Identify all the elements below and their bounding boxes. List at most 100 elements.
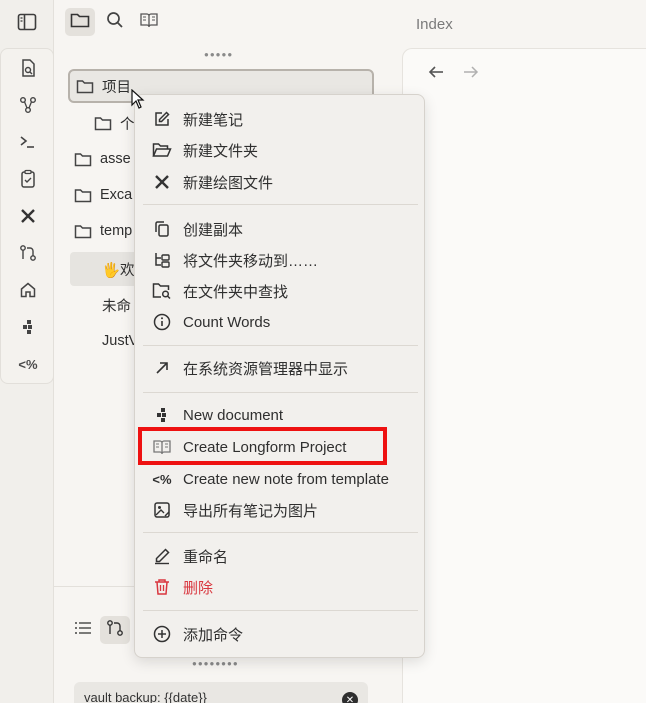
menu-item-label: 将文件夹移动到……	[183, 252, 319, 270]
menu-separator	[143, 610, 418, 611]
menu-item-new-drawing[interactable]: 新建绘图文件	[143, 167, 418, 197]
menu-item-new-document[interactable]: New document	[143, 400, 418, 430]
menu-item-reveal-in-explorer[interactable]: 在系统资源管理器中显示	[143, 353, 418, 383]
tree-item-label: 🖐欢	[102, 262, 135, 279]
menu-separator	[143, 392, 418, 393]
templater-icon-glyph: <%	[152, 471, 172, 487]
tree-item-label: 个	[120, 116, 135, 133]
menu-separator	[143, 345, 418, 346]
search-icon	[106, 11, 124, 34]
menu-item-label: 创建副本	[183, 221, 244, 239]
excalidraw-icon	[151, 171, 173, 193]
menu-separator	[143, 532, 418, 533]
menu-item-label: 添加命令	[183, 626, 244, 644]
tab-files[interactable]	[65, 8, 95, 36]
menu-item-label: 新建笔记	[183, 111, 244, 129]
menu-item-move-folder[interactable]: 将文件夹移动到……	[143, 245, 418, 275]
ribbon-header	[0, 0, 54, 44]
templater-icon[interactable]: <%	[15, 351, 41, 377]
commit-message-value: vault backup: {{date}}	[84, 690, 207, 703]
menu-item-label: Create new note from template	[183, 470, 389, 488]
edit-icon	[151, 108, 173, 130]
folder-icon	[70, 12, 90, 33]
folder-tree-icon	[151, 249, 173, 271]
folder-icon	[74, 188, 92, 203]
menu-item-new-note[interactable]: 新建笔记	[143, 104, 418, 134]
menu-item-label: 重命名	[183, 548, 229, 566]
blocks-icon	[151, 404, 173, 426]
book-open-icon	[151, 436, 173, 458]
menu-item-label: 在系统资源管理器中显示	[183, 360, 349, 378]
menu-item-label: Count Words	[183, 313, 271, 331]
ribbon-actions: <%	[0, 48, 54, 384]
templater-icon-glyph: <%	[18, 356, 38, 372]
excalidraw-icon[interactable]	[15, 203, 41, 229]
tab-search[interactable]	[100, 8, 130, 36]
menu-item-add-command[interactable]: 添加命令	[143, 619, 418, 649]
terminal-icon[interactable]	[15, 129, 41, 155]
tab-title: Index	[416, 16, 453, 33]
menu-item-delete[interactable]: 删除	[143, 572, 418, 602]
menu-separator	[143, 204, 418, 205]
mouse-cursor-icon	[131, 88, 145, 114]
info-icon	[151, 311, 173, 333]
tree-item-label: temp	[100, 223, 133, 239]
menu-item-label: 在文件夹中查找	[183, 283, 289, 301]
tab-outline[interactable]	[68, 616, 98, 644]
editor-content[interactable]	[402, 48, 646, 703]
menu-item-duplicate[interactable]: 创建副本	[143, 214, 418, 244]
folder-icon	[76, 79, 94, 94]
tree-item-label: asse	[100, 151, 131, 167]
left-ribbon: <%	[0, 0, 54, 703]
tab-source-control[interactable]	[100, 616, 130, 644]
tree-item-label: JustV	[102, 333, 139, 349]
folder-search-icon	[151, 280, 173, 302]
open-quick-switcher-icon[interactable]	[15, 55, 41, 81]
arrow-up-right-icon	[151, 357, 173, 379]
git-branch-icon	[106, 619, 124, 642]
git-branch-icon[interactable]	[15, 240, 41, 266]
copy-icon	[151, 218, 173, 240]
pane-drag-handle[interactable]: ●●●●●	[204, 50, 233, 59]
pane-drag-handle[interactable]: ●●●●●●●●	[192, 659, 239, 668]
book-icon	[139, 11, 159, 34]
menu-item-label: Create Longform Project	[183, 438, 347, 456]
menu-item-create-longform-project[interactable]: Create Longform Project	[143, 432, 418, 462]
plus-circle-icon	[151, 623, 173, 645]
commit-message-field[interactable]: vault backup: {{date}} ✕	[74, 682, 368, 703]
home-icon[interactable]	[15, 277, 41, 303]
image-export-icon	[151, 499, 173, 521]
menu-item-label: 新建绘图文件	[183, 174, 274, 192]
sidebar-toggle-icon[interactable]	[14, 9, 40, 35]
tree-item-label: Exca	[100, 187, 133, 203]
clear-icon[interactable]: ✕	[342, 692, 358, 703]
clipboard-icon[interactable]	[15, 166, 41, 192]
context-menu: 新建笔记 新建文件夹 新建绘图文件 创建副本 将文件夹移动到…… 在文件夹中查找…	[134, 94, 425, 658]
arrow-right-icon[interactable]	[460, 62, 482, 82]
editor-pane: Index	[402, 0, 646, 703]
tab-longform[interactable]	[134, 8, 164, 36]
folder-open-icon	[151, 139, 173, 161]
menu-item-label: 删除	[183, 579, 214, 597]
menu-item-count-words[interactable]: Count Words	[143, 307, 418, 337]
tree-item-label: 项目	[102, 79, 131, 96]
arrow-left-icon[interactable]	[425, 62, 447, 82]
menu-item-rename[interactable]: 重命名	[143, 541, 418, 571]
menu-item-new-note-from-template[interactable]: <% Create new note from template	[143, 464, 418, 494]
tree-item-label: 未命	[102, 298, 131, 315]
pencil-icon	[151, 545, 173, 567]
trash-icon	[151, 576, 173, 598]
folder-icon	[74, 224, 92, 239]
folder-icon	[74, 152, 92, 167]
app-window: <% ●●●●● 项目 个 asse Exca temp 🖐欢 未命 JustV…	[0, 0, 646, 703]
menu-item-label: 新建文件夹	[183, 142, 259, 160]
menu-item-new-folder[interactable]: 新建文件夹	[143, 135, 418, 165]
graph-view-icon[interactable]	[15, 92, 41, 118]
menu-item-export-notes-as-image[interactable]: 导出所有笔记为图片	[143, 495, 418, 525]
blocks-icon[interactable]	[15, 314, 41, 340]
menu-item-find-in-folder[interactable]: 在文件夹中查找	[143, 276, 418, 306]
menu-item-label: New document	[183, 406, 284, 424]
menu-item-label: 导出所有笔记为图片	[183, 502, 319, 520]
folder-icon	[94, 116, 112, 131]
templater-icon: <%	[151, 468, 173, 490]
